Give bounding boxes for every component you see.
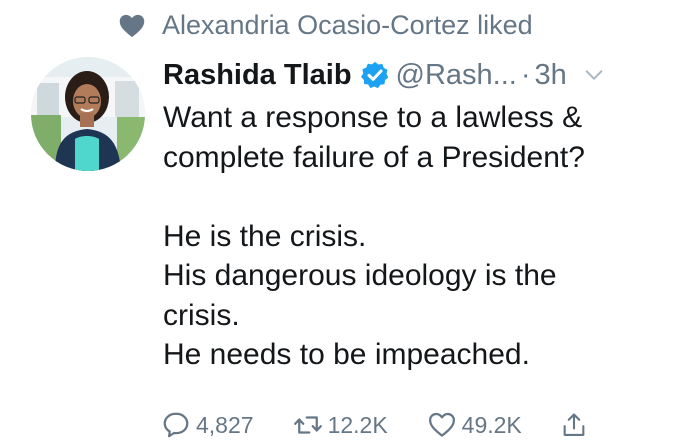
like-button[interactable]: 49.2K: [426, 410, 522, 440]
tweet-actions: 4,827 12.2K 49.2K: [160, 409, 630, 441]
author-name[interactable]: Rashida Tlaib: [163, 59, 352, 92]
tweet-body: Rashida Tlaib @Rash... · 3h Want a respo…: [163, 52, 678, 375]
heart-icon: [119, 14, 145, 37]
social-context-text: Alexandria Ocasio-Cortez liked: [162, 10, 533, 40]
verified-badge-icon: [360, 61, 388, 89]
tweet-text-line: His dangerous ideology is the: [163, 259, 557, 292]
avatar-photo: [31, 57, 145, 171]
reply-button[interactable]: 4,827: [160, 410, 254, 440]
share-icon: [563, 413, 585, 436]
tweet-text-line: He needs to be impeached.: [163, 338, 530, 371]
tweet-header: Rashida Tlaib @Rash... · 3h: [163, 52, 678, 98]
retweet-button[interactable]: 12.2K: [292, 410, 388, 440]
retweet-icon: [293, 416, 322, 434]
like-heart-icon: [428, 412, 455, 437]
share-button[interactable]: [560, 409, 592, 441]
reply-icon: [163, 412, 189, 438]
retweet-count: 12.2K: [327, 411, 388, 438]
reply-count: 4,827: [196, 411, 254, 438]
chevron-down-icon[interactable]: [583, 64, 605, 86]
tweet-time[interactable]: 3h: [535, 59, 567, 92]
author-handle[interactable]: @Rash...: [396, 59, 517, 92]
tweet-text-line: complete failure of a President?: [163, 140, 585, 174]
avatar[interactable]: [31, 57, 145, 171]
tweet-text-line: crisis.: [163, 298, 240, 332]
separator-dot: ·: [520, 58, 531, 91]
social-context: Alexandria Ocasio-Cortez liked: [118, 10, 533, 41]
tweet-text: Want a response to a lawless & complete …: [163, 98, 678, 375]
tweet-text-line: Want a response to a lawless &: [163, 101, 583, 134]
tweet-text-line: He is the crisis.: [163, 219, 367, 253]
like-count: 49.2K: [461, 411, 522, 438]
